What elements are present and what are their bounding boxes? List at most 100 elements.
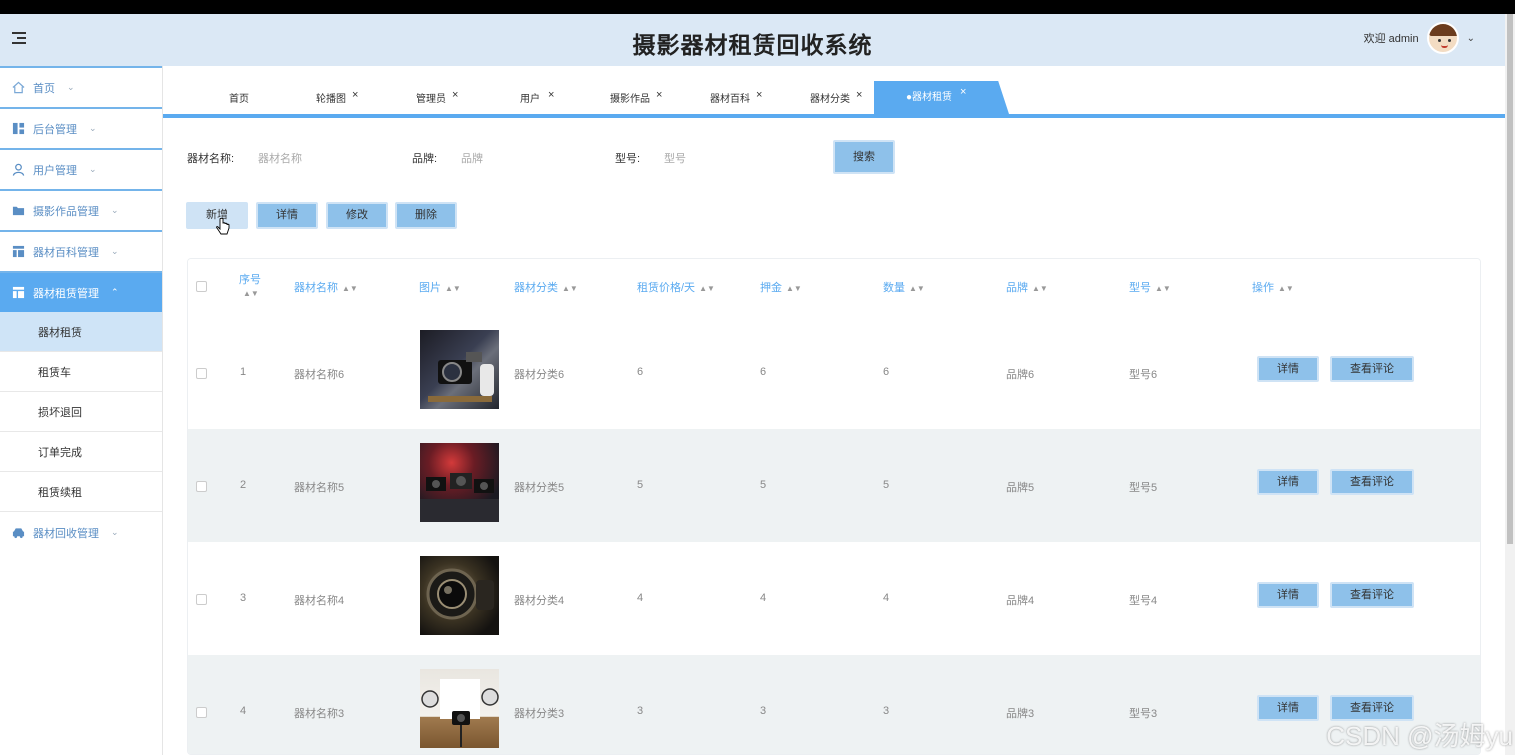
- equipment-table: 序号 ▲▼ 器材名称 ▲▼ 图片 ▲▼ 器材分类 ▲▼ 租赁价格/天 ▲▼ 押金 ▲▼ 数量…: [187, 258, 1481, 755]
- avatar[interactable]: [1426, 22, 1459, 54]
- table-row[interactable]: 4 器材名称3 器材分类3 3 3 3 品牌3 型号3 详情 查看评论: [188, 655, 1480, 754]
- cell-price: 4: [637, 592, 644, 604]
- cell-quantity: 6: [883, 366, 890, 378]
- tab-home[interactable]: 首页: [229, 86, 249, 114]
- cell-model: 型号6: [1129, 369, 1158, 381]
- model-input[interactable]: 型号: [664, 150, 686, 166]
- view-reviews-button[interactable]: 查看评论: [1330, 469, 1414, 495]
- row-detail-button[interactable]: 详情: [1257, 582, 1319, 608]
- col-model[interactable]: 型号 ▲▼: [1129, 279, 1171, 295]
- row-checkbox[interactable]: [196, 368, 207, 379]
- delete-button[interactable]: 删除: [395, 202, 457, 229]
- tab-equipment-rental[interactable]: ●器材租赁 ×: [874, 81, 1009, 114]
- table-row[interactable]: 2 器材名称5 器材分类5 5 5 5 品牌5 型号5 详情 查看评论: [188, 429, 1480, 542]
- chevron-down-icon[interactable]: ⌄: [1467, 33, 1475, 44]
- sidebar-item-backend[interactable]: 后台管理 ⌄: [0, 107, 162, 148]
- close-icon[interactable]: ×: [452, 81, 458, 109]
- cell-name: 器材名称6: [294, 369, 345, 381]
- sidebar-item-users[interactable]: 用户管理 ⌄: [0, 148, 162, 189]
- equipment-image[interactable]: [420, 330, 499, 409]
- row-detail-button[interactable]: 详情: [1257, 469, 1319, 495]
- cell-category: 器材分类6: [514, 369, 565, 381]
- detail-button[interactable]: 详情: [256, 202, 318, 229]
- user-menu[interactable]: 欢迎 admin ⌄: [1364, 22, 1475, 54]
- close-icon[interactable]: ×: [856, 81, 862, 109]
- tab-admin[interactable]: 管理员 ×: [416, 86, 458, 114]
- close-icon[interactable]: ×: [656, 81, 662, 109]
- sidebar-subitem-damage-return[interactable]: 损坏退回: [0, 392, 162, 432]
- layout-icon: [12, 286, 25, 299]
- sidebar-subitem-rental-cart[interactable]: 租赁车: [0, 352, 162, 392]
- cell-deposit: 5: [760, 479, 767, 491]
- home-icon: [12, 81, 25, 94]
- col-quantity[interactable]: 数量 ▲▼: [883, 279, 925, 295]
- hand-cursor-icon: [216, 218, 230, 235]
- view-reviews-button[interactable]: 查看评论: [1330, 582, 1414, 608]
- brand-input[interactable]: 品牌: [461, 150, 483, 166]
- sidebar-subitem-renewal[interactable]: 租赁续租: [0, 472, 162, 512]
- sidebar-item-rental[interactable]: 器材租赁管理 ⌃: [0, 271, 162, 312]
- cell-price: 3: [637, 705, 644, 717]
- cell-model: 型号3: [1129, 708, 1158, 720]
- view-reviews-button[interactable]: 查看评论: [1330, 356, 1414, 382]
- sort-icon: ▲▼: [909, 284, 925, 293]
- col-index[interactable]: 序号 ▲▼: [239, 271, 261, 298]
- cell-brand: 品牌3: [1006, 708, 1035, 720]
- row-checkbox[interactable]: [196, 707, 207, 718]
- col-deposit[interactable]: 押金 ▲▼: [760, 279, 802, 295]
- equipment-image[interactable]: [420, 443, 499, 522]
- equipment-image[interactable]: [420, 669, 499, 748]
- row-detail-button[interactable]: 详情: [1257, 695, 1319, 721]
- sidebar-subitem-order-complete[interactable]: 订单完成: [0, 432, 162, 472]
- cell-deposit: 3: [760, 705, 767, 717]
- close-icon[interactable]: ×: [352, 81, 358, 109]
- sidebar-item-photo-works[interactable]: 摄影作品管理 ⌄: [0, 189, 162, 230]
- sidebar: 首页 ⌄ 后台管理 ⌄ 用户管理 ⌄ 摄影作品管理 ⌄ 器材百科管理 ⌄ 器材租赁管理 ⌃ …: [0, 66, 163, 755]
- search-button[interactable]: 搜索: [833, 140, 895, 174]
- sidebar-item-recycle[interactable]: 器材回收管理 ⌄: [0, 512, 162, 553]
- sidebar-item-home[interactable]: 首页 ⌄: [0, 66, 162, 107]
- col-name[interactable]: 器材名称 ▲▼: [294, 279, 358, 295]
- edit-button[interactable]: 修改: [326, 202, 388, 229]
- cell-deposit: 6: [760, 366, 767, 378]
- cell-quantity: 5: [883, 479, 890, 491]
- scrollbar-thumb[interactable]: [1507, 14, 1513, 544]
- tab-equipment-category[interactable]: 器材分类 ×: [810, 86, 862, 114]
- select-all-checkbox[interactable]: [196, 281, 207, 292]
- name-input[interactable]: 器材名称: [258, 150, 302, 166]
- sidebar-item-label: 摄影作品管理: [33, 205, 99, 218]
- close-icon[interactable]: ×: [960, 81, 966, 109]
- tab-carousel[interactable]: 轮播图 ×: [316, 86, 358, 114]
- col-image[interactable]: 图片 ▲▼: [419, 279, 461, 295]
- chevron-down-icon: ⌄: [89, 164, 97, 174]
- car-icon: [12, 528, 25, 539]
- close-icon[interactable]: ×: [756, 81, 762, 109]
- table-row[interactable]: 3 器材名称4 器材分类4 4 4 4 品牌4 型号4 详情 查看评论: [188, 542, 1480, 655]
- sort-icon: ▲▼: [786, 284, 802, 293]
- row-checkbox[interactable]: [196, 594, 207, 605]
- sort-icon: ▲▼: [243, 289, 259, 298]
- sidebar-item-equipment-wiki[interactable]: 器材百科管理 ⌄: [0, 230, 162, 271]
- col-actions[interactable]: 操作 ▲▼: [1252, 279, 1294, 295]
- row-checkbox[interactable]: [196, 481, 207, 492]
- table-row[interactable]: 1 器材名称6 器材分类6 6 6 6 品牌6 型号6 详情 查看评论: [188, 316, 1480, 429]
- row-detail-button[interactable]: 详情: [1257, 356, 1319, 382]
- cell-name: 器材名称5: [294, 482, 345, 494]
- col-brand[interactable]: 品牌 ▲▼: [1006, 279, 1048, 295]
- sort-icon: ▲▼: [1155, 284, 1171, 293]
- cell-name: 器材名称3: [294, 708, 345, 720]
- vertical-scrollbar[interactable]: [1505, 14, 1515, 755]
- tab-equipment-wiki[interactable]: 器材百科 ×: [710, 86, 762, 114]
- col-category[interactable]: 器材分类 ▲▼: [514, 279, 578, 295]
- col-price[interactable]: 租赁价格/天 ▲▼: [637, 279, 715, 295]
- sidebar-item-label: 器材百科管理: [33, 246, 99, 259]
- cell-category: 器材分类5: [514, 482, 565, 494]
- close-icon[interactable]: ×: [548, 81, 554, 109]
- equipment-image[interactable]: [420, 556, 499, 635]
- tab-user[interactable]: 用户 ×: [520, 86, 554, 114]
- sidebar-subitem-rental[interactable]: 器材租赁: [0, 312, 162, 352]
- cell-category: 器材分类3: [514, 708, 565, 720]
- tab-photo-works[interactable]: 摄影作品 ×: [610, 86, 662, 114]
- app-window: 摄影器材租赁回收系统 欢迎 admin ⌄ 首页 ⌄ 后台管理 ⌄ 用户管理 ⌄: [0, 14, 1515, 755]
- cell-deposit: 4: [760, 592, 767, 604]
